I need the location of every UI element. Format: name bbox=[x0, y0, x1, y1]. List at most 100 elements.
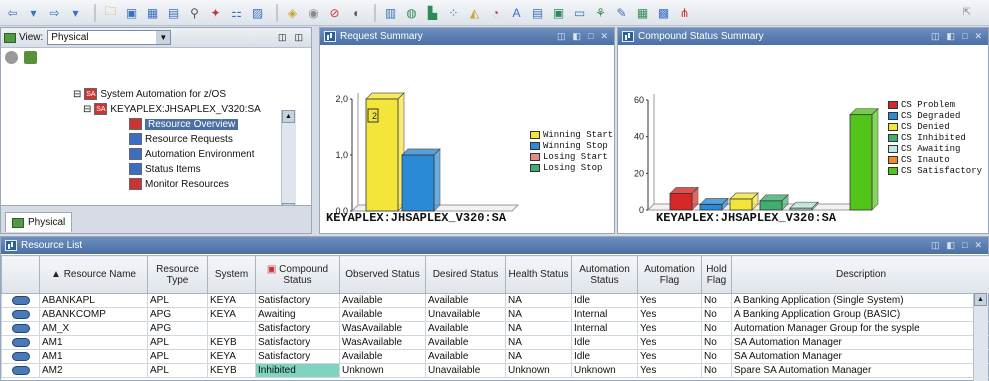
close-icon[interactable]: ✕ bbox=[974, 31, 982, 42]
collapse-icon[interactable]: ⊟ bbox=[73, 89, 81, 100]
save-icon[interactable]: ▣ bbox=[123, 4, 140, 21]
tree-node[interactable]: Resource Requests bbox=[129, 133, 233, 145]
column-header[interactable]: Hold Flag bbox=[701, 255, 732, 294]
table-vertical-scrollbar[interactable]: ▲ bbox=[973, 293, 988, 381]
stop-icon[interactable]: ⊘ bbox=[326, 4, 343, 21]
split-icon[interactable]: ◫ bbox=[294, 32, 303, 43]
column-header[interactable]: ▲ Resource Name bbox=[39, 255, 148, 294]
table-row[interactable]: AM2 APL KEYB Inhibited Unknown Unavailable Unk… bbox=[1, 363, 989, 378]
scroll-up-icon[interactable]: ▲ bbox=[974, 293, 987, 306]
layout-icon[interactable]: ◧ bbox=[573, 31, 582, 42]
tree-node[interactable]: Monitor Resources bbox=[129, 178, 229, 190]
properties-icon[interactable]: ▤ bbox=[165, 4, 182, 21]
image-icon[interactable]: ▩ bbox=[655, 4, 672, 21]
menu-arrow-icon[interactable]: ▾ bbox=[25, 4, 42, 21]
notepad-icon[interactable]: ▤ bbox=[529, 4, 546, 21]
tree-node[interactable]: ⊟ SA System Automation for z/OS bbox=[73, 88, 226, 100]
layout-icon[interactable]: ◧ bbox=[947, 31, 956, 42]
row-view-cell[interactable] bbox=[1, 321, 40, 336]
legend-entry: Winning Start bbox=[530, 129, 613, 140]
legend-swatch bbox=[888, 155, 898, 164]
view-details-icon[interactable] bbox=[11, 324, 30, 333]
pie-icon[interactable]: ◉ bbox=[305, 4, 322, 21]
sort-ascending-icon[interactable]: ▲ bbox=[51, 269, 64, 280]
table-icon[interactable]: ▥ bbox=[382, 4, 399, 21]
split-icon[interactable]: ◫ bbox=[557, 31, 566, 42]
navigator-panel: View: Physical ▼ ◫ ◫ ⊟ SA System Automatio… bbox=[0, 27, 312, 234]
close-icon[interactable]: ✕ bbox=[600, 31, 608, 42]
maximize-icon[interactable]: □ bbox=[588, 31, 593, 42]
maximize-icon[interactable]: □ bbox=[962, 240, 967, 251]
table-row[interactable]: AM1 APL KEYB Satisfactory WasAvailable Availa… bbox=[1, 335, 989, 350]
table-cell: APL bbox=[147, 363, 208, 378]
table-cell: APG bbox=[147, 321, 208, 336]
column-header[interactable]: Desired Status bbox=[425, 255, 506, 294]
tree-node[interactable]: Status Items bbox=[129, 163, 201, 175]
pencil-icon[interactable]: ✎ bbox=[613, 4, 630, 21]
table-row[interactable]: ABANKAPL APL KEYA Satisfactory Available Avai… bbox=[1, 293, 989, 308]
column-header[interactable]: Description bbox=[731, 255, 989, 294]
text-icon[interactable]: A bbox=[508, 4, 525, 21]
collapse-icon[interactable]: ⊟ bbox=[83, 104, 91, 115]
tree-node[interactable]: ⊟ SA KEYAPLEX:JHSAPLEX_V320:SA bbox=[83, 103, 261, 115]
comment-icon[interactable]: ▭ bbox=[571, 4, 588, 21]
chart-icon[interactable]: ◈ bbox=[284, 4, 301, 21]
column-header[interactable]: Health Status bbox=[505, 255, 572, 294]
menu-arrow-icon[interactable]: ▾ bbox=[67, 4, 84, 21]
row-view-cell[interactable] bbox=[1, 349, 40, 364]
chevron-down-icon[interactable]: ▼ bbox=[156, 31, 171, 44]
view-select[interactable]: Physical ▼ bbox=[47, 30, 172, 45]
table-row[interactable]: ABANKCOMP APG KEYA Awaiting Available Unavail… bbox=[1, 307, 989, 322]
tree-node[interactable]: Automation Environment bbox=[129, 148, 255, 160]
column-header[interactable]: Observed Status bbox=[339, 255, 426, 294]
bar-chart-icon[interactable]: ▙ bbox=[424, 4, 441, 21]
column-header[interactable]: Resource Type bbox=[147, 255, 208, 294]
close-icon[interactable]: ✕ bbox=[974, 240, 982, 251]
scatter-icon[interactable]: ⁘ bbox=[445, 4, 462, 21]
workspace-icon[interactable]: ▦ bbox=[144, 4, 161, 21]
link-icon[interactable]: ⚲ bbox=[186, 4, 203, 21]
column-header[interactable]: System bbox=[207, 255, 256, 294]
globe-icon[interactable]: ◍ bbox=[403, 4, 420, 21]
grid-icon[interactable]: ▦ bbox=[634, 4, 651, 21]
split-icon[interactable]: ◫ bbox=[931, 240, 940, 251]
row-view-cell[interactable] bbox=[1, 335, 40, 350]
table-cell: Unknown bbox=[339, 363, 426, 378]
column-header[interactable]: Automation Flag bbox=[637, 255, 702, 294]
split-icon[interactable]: ◫ bbox=[931, 31, 940, 42]
speaker-icon[interactable]: ◖ bbox=[347, 4, 364, 21]
row-view-cell[interactable] bbox=[1, 363, 40, 378]
table-row[interactable]: AM_X APG Satisfactory WasAvailable Available… bbox=[1, 321, 989, 336]
table-row[interactable]: AM1 APL KEYA Satisfactory Available Available… bbox=[1, 349, 989, 364]
forward-icon[interactable]: ⇨ bbox=[46, 4, 63, 21]
view-details-icon[interactable] bbox=[11, 352, 30, 361]
table-cell: ABANKAPL bbox=[39, 293, 148, 308]
folder-icon[interactable]: 🗀 bbox=[102, 4, 119, 21]
column-header[interactable]: ▣ Compound Status bbox=[255, 255, 340, 294]
filter-icon[interactable]: ✦ bbox=[207, 4, 224, 21]
resize-grip-icon[interactable]: ⇱ bbox=[963, 7, 971, 18]
column-header[interactable]: Automation Status bbox=[571, 255, 638, 294]
tree-vertical-scrollbar[interactable]: ▲ ▼ bbox=[281, 110, 296, 216]
back-icon[interactable]: ⇦ bbox=[4, 4, 21, 21]
view-details-icon[interactable] bbox=[11, 310, 30, 319]
area-icon[interactable]: ◭ bbox=[466, 4, 483, 21]
topology-icon[interactable]: ⋔ bbox=[676, 4, 693, 21]
tree-node[interactable]: Resource Overview bbox=[129, 118, 239, 130]
tab-physical[interactable]: Physical bbox=[5, 212, 73, 232]
row-view-cell[interactable] bbox=[1, 307, 40, 322]
view-details-icon[interactable] bbox=[11, 296, 30, 305]
scroll-up-icon[interactable]: ▲ bbox=[282, 110, 295, 123]
layout-icon[interactable]: ◫ bbox=[278, 32, 287, 43]
gauge-icon[interactable]: ◔ bbox=[487, 4, 504, 21]
column-header[interactable] bbox=[1, 255, 40, 294]
view-details-icon[interactable] bbox=[11, 366, 30, 375]
plug-icon[interactable]: ⚘ bbox=[592, 4, 609, 21]
maximize-icon[interactable]: □ bbox=[962, 31, 967, 42]
row-view-cell[interactable] bbox=[1, 293, 40, 308]
terminal-icon[interactable]: ▣ bbox=[550, 4, 567, 21]
view-details-icon[interactable] bbox=[11, 338, 30, 347]
calendar-icon[interactable]: ▨ bbox=[249, 4, 266, 21]
layout-icon[interactable]: ◧ bbox=[947, 240, 956, 251]
tree-icon[interactable]: ⚏ bbox=[228, 4, 245, 21]
